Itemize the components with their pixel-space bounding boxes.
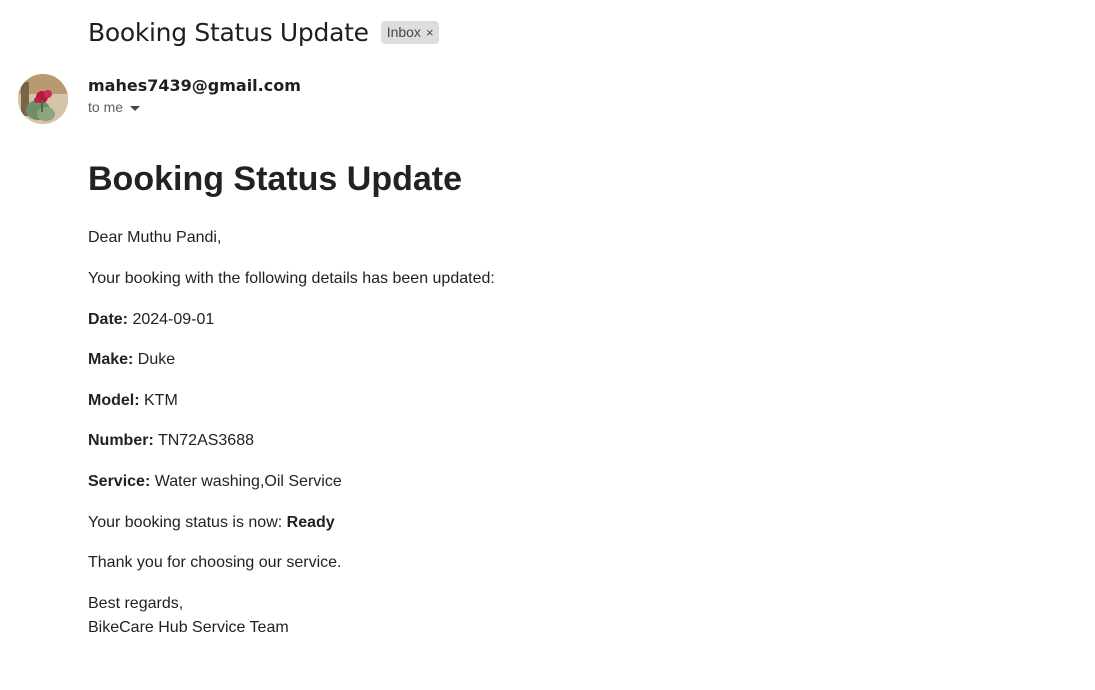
detail-value: KTM xyxy=(139,392,178,409)
detail-label: Make: xyxy=(88,351,134,368)
detail-number: Number: TN72AS3688 xyxy=(88,429,254,453)
status-line: Your booking status is now: Ready xyxy=(88,511,335,535)
detail-value: 2024-09-01 xyxy=(128,311,215,328)
detail-model: Model: KTM xyxy=(88,389,178,413)
email-subject: Booking Status Update xyxy=(88,17,369,47)
detail-label: Number: xyxy=(88,432,154,449)
detail-service: Service: Water washing,Oil Service xyxy=(88,470,342,494)
detail-make: Make: Duke xyxy=(88,348,175,372)
label-text: Inbox xyxy=(386,24,421,40)
intro-text: Your booking with the following details … xyxy=(88,270,495,287)
email-view: Booking Status Update Inbox × mahes7439@… xyxy=(0,0,1095,690)
chevron-down-icon[interactable] xyxy=(130,105,141,111)
sender-block: mahes7439@gmail.com to me xyxy=(88,74,301,115)
recipient-details-toggle[interactable]: to me xyxy=(88,99,141,115)
remove-label-icon[interactable]: × xyxy=(426,25,434,40)
sign-off: Best regards, xyxy=(88,595,184,612)
subject-row: Booking Status Update Inbox × xyxy=(88,14,439,50)
status-value: Ready xyxy=(286,514,335,531)
avatar-image xyxy=(18,74,68,124)
detail-date: Date: 2024-09-01 xyxy=(88,308,214,332)
detail-label: Model: xyxy=(88,392,140,409)
email-body: Booking Status Update Dear Muthu Pandi, … xyxy=(88,158,988,636)
greeting: Dear Muthu Pandi, xyxy=(88,229,222,246)
thanks-text: Thank you for choosing our service. xyxy=(88,554,342,571)
team-signature: BikeCare Hub Service Team xyxy=(88,619,289,636)
body-heading: Booking Status Update xyxy=(88,160,463,198)
status-prefix: Your booking status is now: xyxy=(88,514,287,531)
recipient-text: to me xyxy=(88,99,124,115)
detail-value: TN72AS3688 xyxy=(153,432,254,449)
detail-value: Water washing,Oil Service xyxy=(150,473,342,490)
inbox-label-chip[interactable]: Inbox × xyxy=(380,20,439,44)
detail-value: Duke xyxy=(133,351,176,368)
detail-label: Service: xyxy=(88,473,151,490)
avatar[interactable] xyxy=(18,74,68,124)
detail-label: Date: xyxy=(88,311,129,328)
sender-email[interactable]: mahes7439@gmail.com xyxy=(88,74,301,98)
